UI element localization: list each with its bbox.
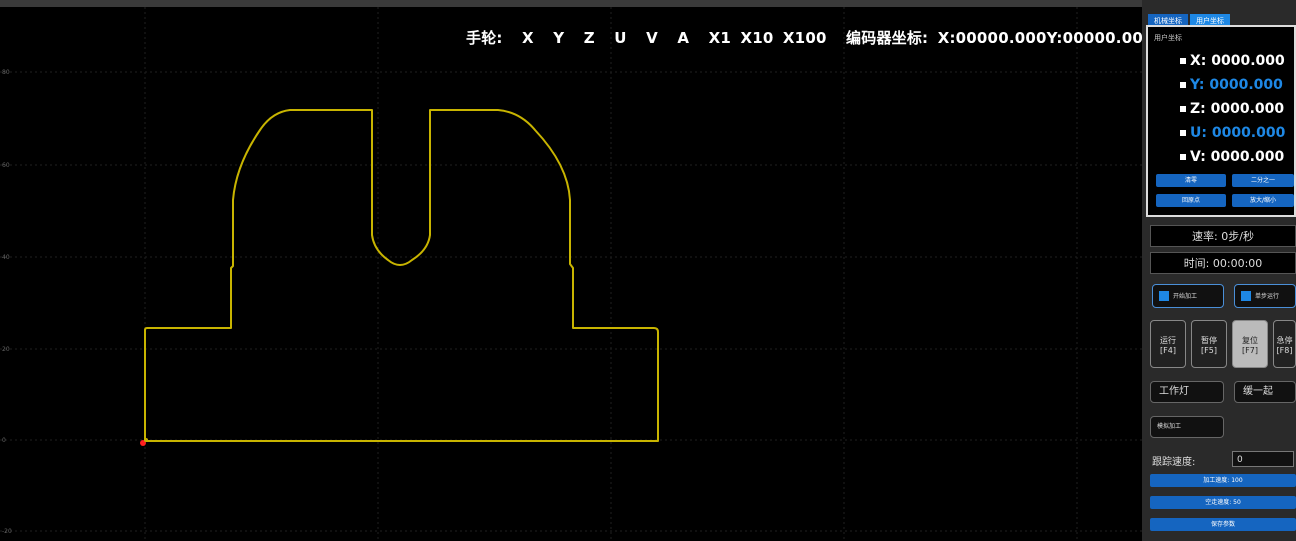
axis-z[interactable]: Z [584, 29, 595, 47]
axis-y[interactable]: Y [553, 29, 564, 47]
half-button[interactable]: 二分之一 [1232, 174, 1294, 187]
bullet-icon [1180, 106, 1186, 112]
run-button[interactable]: 运行 [F4] [1150, 320, 1186, 368]
encoder-y: Y:00000.000 [1046, 29, 1154, 47]
step-run-button[interactable]: 单步运行 [1234, 284, 1296, 308]
home-button[interactable]: 回原点 [1156, 194, 1226, 207]
axis-x[interactable]: X [522, 29, 534, 47]
multiplier-x10[interactable]: X10 [740, 29, 773, 47]
encoder-x: X:00000.000 [937, 29, 1047, 47]
time-readout: 时间: 00:00:00 [1150, 252, 1296, 274]
save-params-button[interactable]: 保存参数 [1150, 518, 1296, 531]
coord-z: Z: 0000.000 [1180, 101, 1284, 117]
idle-speed-button[interactable]: 空走速度: 50 [1150, 496, 1296, 509]
bullet-icon [1180, 82, 1186, 88]
speed-readout: 速率: 0步/秒 [1150, 225, 1296, 247]
pause-button[interactable]: 暂停 [F5] [1191, 320, 1227, 368]
y-tick-label: 80 [2, 69, 10, 76]
y-tick-label: 60 [2, 162, 10, 169]
toolpath-plot: 80 60 40 20 0 -20 [0, 7, 1142, 541]
axis-a[interactable]: A [677, 29, 689, 47]
bullet-icon [1180, 130, 1186, 136]
coordinate-box: 用户坐标 X: 0000.000 Y: 0000.000 Z: 0000.000… [1146, 25, 1296, 217]
encoder-label: 编码器坐标: [846, 29, 929, 47]
y-tick-label: 20 [2, 346, 10, 353]
coord-y: Y: 0000.000 [1180, 77, 1283, 93]
zoom-button[interactable]: 放大/缩小 [1232, 194, 1294, 207]
coord-v: V: 0000.000 [1180, 149, 1284, 165]
simulate-button[interactable]: 模拟加工 [1150, 416, 1224, 438]
estop-button[interactable]: 急停 [F8] [1273, 320, 1296, 368]
axis-u[interactable]: U [614, 29, 626, 47]
slow-start-button[interactable]: 缓一起 [1234, 381, 1296, 403]
title-bar [0, 0, 1296, 7]
clear-button[interactable]: 清零 [1156, 174, 1226, 187]
axis-v[interactable]: V [646, 29, 658, 47]
start-machining-button[interactable]: 开始加工 [1152, 284, 1224, 308]
multiplier-x100[interactable]: X100 [783, 29, 827, 47]
toolpath [144, 109, 659, 442]
multiplier-x1[interactable]: X1 [709, 29, 731, 47]
coord-x: X: 0000.000 [1180, 53, 1285, 69]
work-light-button[interactable]: 工作灯 [1150, 381, 1224, 403]
bullet-icon [1180, 154, 1186, 160]
y-tick-label: 0 [2, 437, 6, 444]
step-icon [1241, 291, 1251, 301]
y-tick-label: -20 [2, 528, 12, 535]
coord-caption: 用户坐标 [1154, 34, 1182, 42]
machining-speed-button[interactable]: 加工速度: 100 [1150, 474, 1296, 487]
reset-button[interactable]: 复位 [F7] [1232, 320, 1268, 368]
handwheel-label: 手轮: [466, 29, 503, 47]
y-tick-label: 40 [2, 254, 10, 261]
drawing-canvas[interactable]: 80 60 40 20 0 -20 手轮: X Y Z U V A X1 X10 X100… [0, 7, 1153, 541]
handwheel-status-bar: 手轮: X Y Z U V A X1 X10 X100 编码器坐标: X:000… [466, 27, 1154, 48]
track-speed-input[interactable]: 0 [1232, 451, 1294, 467]
bullet-icon [1180, 58, 1186, 64]
coord-u: U: 0000.000 [1180, 125, 1285, 141]
track-speed-label: 跟踪速度: [1152, 457, 1196, 468]
play-icon [1159, 291, 1169, 301]
